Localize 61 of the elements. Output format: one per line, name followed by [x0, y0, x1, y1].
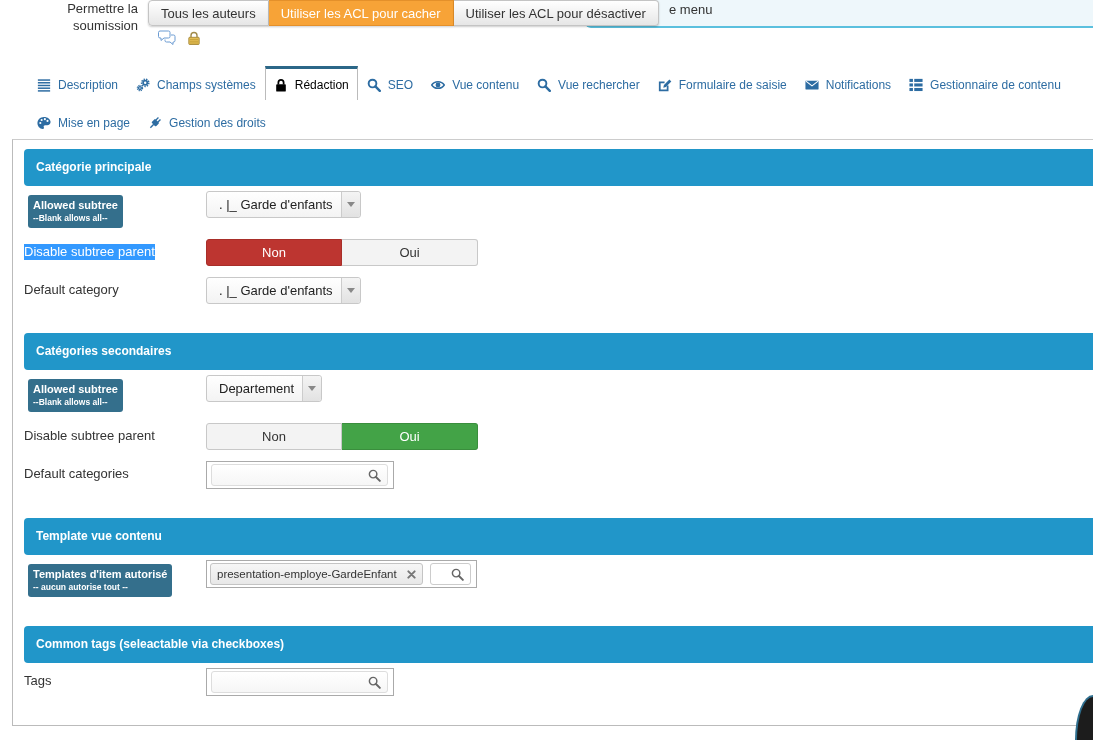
field-label: Allowed subtree	[33, 198, 118, 212]
field-label: Disable subtree parent	[24, 428, 155, 444]
search-icon	[366, 77, 381, 92]
section-header: Catégorie principale	[24, 149, 1093, 186]
tab[interactable]: Notifications	[795, 66, 901, 100]
search-icon	[368, 468, 381, 482]
list-icon	[37, 77, 51, 92]
notice-text: e menu	[669, 3, 713, 17]
tab[interactable]: Champs systèmes	[127, 66, 265, 100]
caret-icon	[340, 278, 360, 303]
permission-option-button[interactable]: Tous les auteurs	[148, 0, 269, 26]
edit-icon	[657, 77, 672, 92]
floating-button[interactable]	[1075, 695, 1093, 740]
section-header: Template vue contenu	[24, 518, 1093, 555]
toggle-button[interactable]: Oui	[342, 423, 478, 450]
remove-icon[interactable]	[406, 569, 416, 579]
tab[interactable]: Gestionnaire de contenu	[900, 66, 1070, 100]
field-label: Default categories	[24, 466, 129, 482]
field-hint: --Blank allows all--	[33, 396, 109, 408]
toggle-button[interactable]: Non	[206, 239, 342, 266]
search-input[interactable]	[429, 563, 471, 585]
tab[interactable]: Formulaire de saisie	[648, 66, 796, 100]
toggle-button[interactable]: Oui	[342, 239, 478, 266]
caret-icon	[302, 376, 322, 401]
gears-icon	[136, 77, 151, 92]
section-header: Catégories secondaires	[24, 333, 1093, 370]
field-hint: -- aucun autorise tout --	[33, 581, 129, 593]
field-label: Tags	[24, 673, 52, 689]
search-field[interactable]	[206, 668, 394, 696]
palette-icon	[37, 115, 51, 130]
padlock-icon[interactable]	[188, 30, 200, 45]
field-label: Disable subtree parent	[24, 244, 155, 260]
search-icon	[537, 77, 552, 92]
search-field[interactable]	[206, 461, 394, 489]
caret-icon	[340, 192, 360, 217]
tab[interactable]: Vue contenu	[422, 66, 529, 100]
dropdown[interactable]: . |_ Garde d'enfants	[206, 191, 361, 218]
tab[interactable]: Gestion des droits	[139, 104, 275, 138]
permission-option-button[interactable]: Utiliser les ACL pour désactiver	[453, 0, 659, 26]
lock-icon	[273, 77, 288, 92]
field-label: Allowed subtree	[33, 382, 118, 396]
field-label: Default category	[24, 282, 119, 298]
multi-select-field[interactable]: presentation-employe-GardeEnfant	[206, 560, 477, 588]
tab[interactable]: SEO	[357, 66, 423, 100]
tag-chip[interactable]: presentation-employe-GardeEnfant	[210, 563, 423, 585]
toggle-button[interactable]: Non	[206, 423, 342, 450]
bulleted-list-icon	[909, 77, 924, 92]
submission-label: Permettre la soumission	[66, 0, 138, 34]
tab[interactable]: Description	[28, 66, 128, 100]
tab[interactable]: Vue rechercher	[528, 66, 649, 100]
tab[interactable]: Rédaction	[264, 66, 358, 100]
dropdown[interactable]: . |_ Garde d'enfants	[206, 277, 361, 304]
search-icon	[368, 675, 381, 689]
plug-icon	[148, 115, 163, 130]
chat-bubbles-icon[interactable]	[158, 30, 176, 45]
search-icon	[450, 567, 464, 581]
field-hint: --Blank allows all--	[33, 212, 109, 224]
dropdown[interactable]: Departement	[206, 375, 323, 402]
tab[interactable]: Mise en page	[28, 104, 140, 138]
section-header: Common tags (seleactable via checkboxes)	[24, 626, 1093, 663]
field-label: Templates d'item autorisé	[33, 567, 168, 581]
